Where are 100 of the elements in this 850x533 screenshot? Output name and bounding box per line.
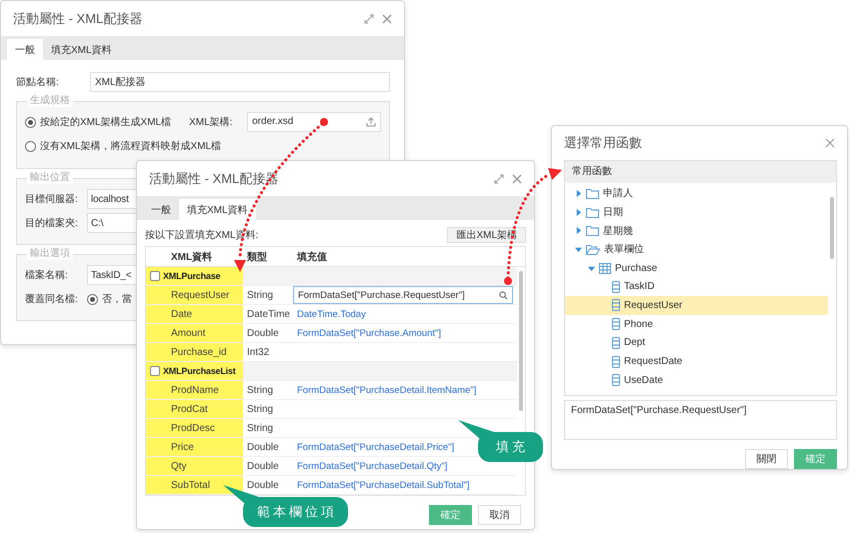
table-cell: XMLPurchase (163, 267, 243, 285)
tree-item[interactable]: TaskID (565, 277, 828, 296)
folder-icon (586, 225, 599, 236)
tree-item[interactable]: Phone (565, 314, 828, 334)
value-field[interactable]: FormDataSet["Purchase.RequestUser"] (293, 286, 513, 304)
group-legend: 輸出位置 (27, 172, 73, 184)
scrollbar[interactable] (519, 271, 523, 411)
value-link[interactable]: FormDataSet["Purchase.Amount"] (293, 328, 442, 338)
column-header: 類型 (246, 250, 268, 264)
file-field[interactable]: order.xsd (247, 112, 381, 132)
value-link[interactable]: DateTime.Today (293, 308, 366, 320)
tree-item[interactable]: UseDate (565, 370, 828, 390)
table-cell (146, 457, 163, 475)
table-cell (146, 324, 163, 342)
group-legend: 輸出選項 (27, 248, 73, 260)
caret-icon[interactable] (588, 264, 595, 272)
checkbox[interactable] (150, 271, 160, 281)
tab[interactable]: 填充XML資料 (179, 199, 256, 220)
tab[interactable]: 填充XML資料 (43, 39, 120, 60)
open-folder-icon (586, 244, 600, 255)
table-cell-text: String (246, 288, 274, 302)
table-icon (599, 262, 611, 274)
table-cell-text: Int32 (246, 346, 270, 360)
table-cell-text: Double (246, 326, 280, 340)
table-cell-text: String (246, 384, 274, 398)
field-icon (612, 299, 620, 312)
table-cell: Date (163, 305, 243, 323)
radio-button[interactable] (87, 294, 98, 304)
expand-icon[interactable] (494, 174, 504, 184)
upload-icon[interactable] (366, 117, 376, 127)
field-icon (612, 336, 620, 349)
search-icon[interactable] (499, 290, 508, 300)
radio-label: 沒有XML架構，將流程資料映射成XML檔 (40, 140, 222, 153)
tree-item[interactable]: RequestDate (565, 352, 828, 371)
radio-label: 按給定的XML架構生成XML檔 (40, 116, 172, 129)
column-header: 填充值 (296, 250, 328, 264)
table-cell: Amount (163, 324, 243, 342)
caret-icon[interactable] (575, 208, 582, 216)
table-cell: Purchase_id (163, 343, 243, 361)
value-link[interactable]: FormDataSet["PurchaseDetail.Price"] (293, 442, 454, 452)
dialog-button[interactable]: 關閉 (745, 449, 788, 469)
radio-button[interactable] (25, 140, 36, 152)
tree-item[interactable]: Dept (565, 334, 828, 352)
field-label: 覆蓋同名檔: (25, 292, 79, 306)
callout: 填充 (478, 432, 543, 462)
table-cell: ProdName (163, 381, 243, 399)
value-link[interactable]: FormDataSet["PurchaseDetail.SubTotal"] (293, 480, 470, 490)
field-label: 目標伺服器: (25, 192, 79, 206)
tree-header: 常用函數 (565, 161, 836, 183)
table-cell: Price (163, 438, 243, 456)
field-icon (612, 318, 620, 330)
column-header: XML資料 (170, 250, 214, 264)
field-label: XML架構: (189, 116, 234, 129)
table-cell: ProdCat (163, 400, 243, 418)
radio-button[interactable] (25, 116, 36, 128)
table-cell-text: String (246, 422, 274, 436)
window-title: 選擇常用函數 (564, 134, 642, 152)
tree-item[interactable]: 星期幾 (565, 221, 828, 240)
value-link[interactable]: FormDataSet["PurchaseDetail.ItemName"] (293, 384, 476, 396)
table-cell-text: Double (246, 460, 280, 474)
field-label: 節點名稱: (16, 76, 60, 89)
field-icon (612, 374, 620, 386)
table-cell (146, 438, 163, 456)
table-cell: ProdDesc (163, 419, 243, 437)
formula-field[interactable]: FormDataSet["Purchase.RequestUser"] (564, 400, 837, 440)
table-cell-text: Double (246, 440, 280, 454)
dialog-button[interactable]: 取消 (478, 505, 521, 525)
radio-label: 否，當 (102, 292, 132, 306)
caret-icon[interactable] (575, 190, 582, 197)
value-link[interactable]: FormDataSet["PurchaseDetail.Qty"] (293, 460, 448, 472)
group-legend: 生成規格 (27, 95, 73, 107)
table-cell: RequestUser (163, 286, 243, 304)
text-field[interactable]: XML配接器 (90, 72, 390, 92)
tab[interactable]: 一般 (7, 39, 43, 60)
table-cell (146, 419, 163, 437)
field-icon (612, 280, 620, 293)
folder-icon (586, 188, 599, 199)
tree-item[interactable]: 日期 (565, 202, 828, 222)
expand-icon[interactable] (364, 14, 374, 24)
caret-icon[interactable] (575, 246, 582, 253)
caret-icon[interactable] (575, 227, 582, 234)
table-cell: Qty (163, 457, 243, 475)
checkbox[interactable] (150, 366, 160, 376)
tree-item[interactable]: Purchase (565, 258, 828, 278)
table-cell (146, 400, 163, 418)
table-cell-text: Double (246, 478, 280, 492)
tree-item[interactable]: RequestUser (565, 296, 828, 315)
close-icon[interactable] (382, 14, 392, 24)
tree-item[interactable]: 表單欄位 (565, 240, 828, 259)
folder-icon (586, 206, 599, 218)
field-icon (612, 356, 620, 368)
window-title: 活動屬性 - XML配接器 (13, 10, 142, 28)
field-label: 檔案名稱: (25, 268, 69, 282)
tab[interactable]: 一般 (143, 199, 179, 220)
close-icon[interactable] (512, 174, 522, 184)
close-icon[interactable] (825, 138, 835, 148)
table-cell (146, 305, 163, 323)
tree-item[interactable]: 申請人 (565, 184, 828, 203)
table-cell: XMLPurchaseList (163, 362, 243, 380)
table-cell (146, 476, 163, 494)
